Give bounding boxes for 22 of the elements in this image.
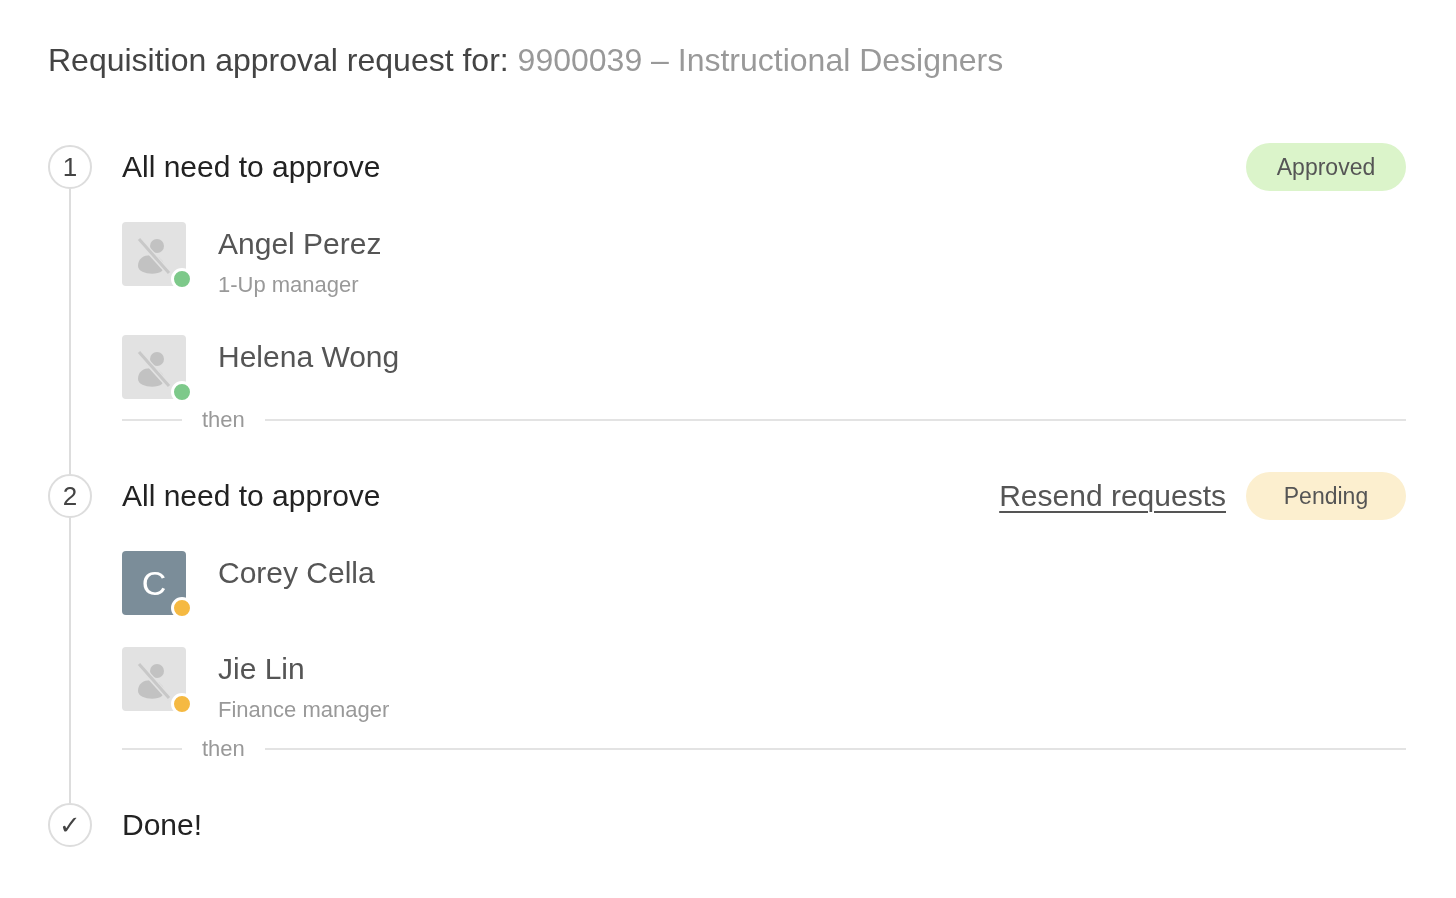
step-heading: Done! [122,807,204,843]
approver-name: Corey Cella [218,555,375,591]
person-slash-icon [122,222,186,286]
page-title: Requisition approval request for: 9900039 – Instructional Designers [48,41,1005,80]
step-marker: ✓ [48,803,92,847]
approver-role: Finance manager [218,696,390,724]
approver-role: 1-Up manager [218,271,360,299]
step-heading: All need to approve [122,478,382,514]
approver-name: Helena Wong [218,339,400,375]
step-heading: All need to approve [122,149,382,185]
approver-name: Angel Perez [218,226,382,262]
separator-label: then [201,407,246,433]
person-slash-icon [122,647,186,711]
approver-name: Jie Lin [218,651,306,687]
avatar-initial: C [122,551,186,615]
step-marker: 2 [48,474,92,518]
resend-requests-link[interactable]: Resend requests [999,476,1226,516]
status-badge: Approved [1246,143,1406,191]
separator-label: then [201,736,246,762]
status-badge: Pending [1246,472,1406,520]
person-slash-icon [122,335,186,399]
step-marker: 1 [48,145,92,189]
